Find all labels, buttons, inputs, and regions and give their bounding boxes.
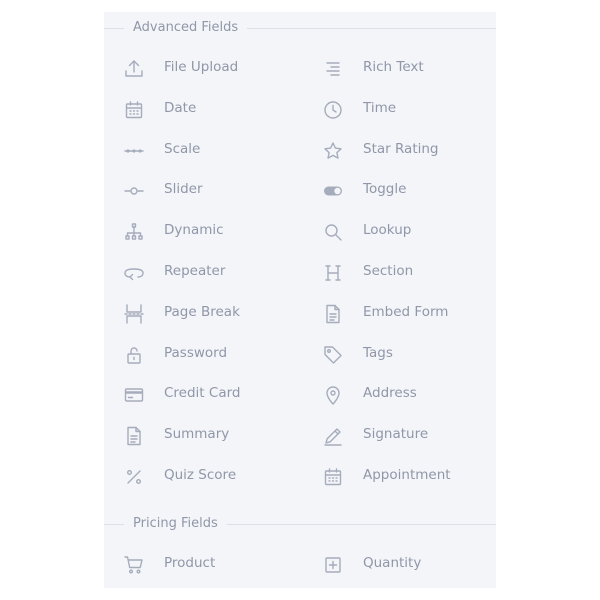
field-item-time[interactable]: Time	[303, 93, 493, 123]
field-item-lookup[interactable]: Lookup	[303, 215, 493, 245]
field-item-label: Repeater	[164, 263, 226, 279]
percent-icon	[122, 465, 146, 489]
field-item-label: Toggle	[363, 181, 407, 198]
field-item-label: Scale	[164, 140, 201, 157]
repeat-icon	[122, 261, 146, 285]
field-item-label: Slider	[164, 181, 203, 198]
field-item-label: Address	[363, 385, 417, 402]
field-item-star-rating[interactable]: Star Rating	[303, 134, 493, 164]
field-item-label: Credit Card	[164, 385, 241, 402]
field-item-summary[interactable]: Summary	[104, 419, 294, 449]
field-item-label: Date	[164, 99, 197, 116]
field-item-label: Star Rating	[363, 140, 439, 157]
field-item-label: Appointment	[363, 467, 451, 483]
page-break-icon	[122, 302, 146, 326]
field-item-label: Lookup	[363, 222, 412, 239]
section-title: Advanced Fields	[124, 20, 248, 35]
credit-card-icon	[122, 383, 146, 407]
field-item-label: File Upload	[164, 59, 239, 75]
field-item-tags[interactable]: Tags	[303, 338, 493, 368]
section-header-pricing-fields: Pricing Fields	[104, 514, 496, 534]
field-item-date[interactable]: Date	[104, 93, 294, 123]
field-item-repeater[interactable]: Repeater	[104, 256, 294, 286]
section-title: Pricing Fields	[124, 516, 227, 531]
field-item-quiz-score[interactable]: Quiz Score	[104, 460, 294, 490]
cart-icon	[122, 553, 146, 577]
field-item-quantity[interactable]: Quantity	[303, 548, 493, 578]
search-icon	[321, 220, 345, 244]
field-item-label: Product	[164, 555, 216, 571]
clock-icon	[321, 98, 345, 122]
slider-icon	[122, 179, 146, 203]
field-item-password[interactable]: Password	[104, 338, 294, 368]
field-item-rich-text[interactable]: Rich Text	[303, 52, 493, 82]
field-item-label: Time	[363, 99, 397, 116]
field-item-slider[interactable]: Slider	[104, 174, 294, 204]
sitemap-icon	[122, 220, 146, 244]
field-item-label: Rich Text	[363, 59, 424, 75]
scale-icon	[122, 139, 146, 163]
rich-text-icon	[321, 57, 345, 81]
field-item-toggle[interactable]: Toggle	[303, 174, 493, 204]
field-item-label: Signature	[363, 426, 429, 443]
summary-document-icon	[122, 424, 146, 448]
plus-square-icon	[321, 553, 345, 577]
field-item-dynamic[interactable]: Dynamic	[104, 215, 294, 245]
calendar-icon	[122, 98, 146, 122]
field-item-label: Summary	[164, 426, 230, 443]
field-item-label: Password	[164, 344, 228, 361]
heading-icon	[321, 261, 345, 285]
section-header-advanced-fields: Advanced Fields	[104, 18, 496, 38]
field-item-appointment[interactable]: Appointment	[303, 460, 493, 490]
star-icon	[321, 139, 345, 163]
field-palette-panel: Advanced Fields File Upload Rich Text Date…	[104, 12, 496, 588]
field-item-signature[interactable]: Signature	[303, 419, 493, 449]
field-item-credit-card[interactable]: Credit Card	[104, 378, 294, 408]
map-pin-icon	[321, 383, 345, 407]
field-item-scale[interactable]: Scale	[104, 134, 294, 164]
document-icon	[321, 302, 345, 326]
appointment-calendar-icon	[321, 465, 345, 489]
field-item-label: Quiz Score	[164, 467, 237, 483]
tags-icon	[321, 343, 345, 367]
pen-icon	[321, 424, 345, 448]
field-item-label: Embed Form	[363, 303, 449, 320]
field-item-product[interactable]: Product	[104, 548, 294, 578]
lock-icon	[122, 343, 146, 367]
upload-icon	[122, 57, 146, 81]
field-item-label: Section	[363, 263, 414, 279]
field-item-embed-form[interactable]: Embed Form	[303, 297, 493, 327]
field-item-address[interactable]: Address	[303, 378, 493, 408]
field-item-page-break[interactable]: Page Break	[104, 297, 294, 327]
field-item-section[interactable]: Section	[303, 256, 493, 286]
field-item-label: Quantity	[363, 555, 422, 571]
toggle-icon	[321, 179, 345, 203]
field-item-label: Dynamic	[164, 222, 224, 239]
field-item-label: Tags	[363, 344, 393, 361]
field-item-label: Page Break	[164, 303, 240, 320]
field-item-file-upload[interactable]: File Upload	[104, 52, 294, 82]
